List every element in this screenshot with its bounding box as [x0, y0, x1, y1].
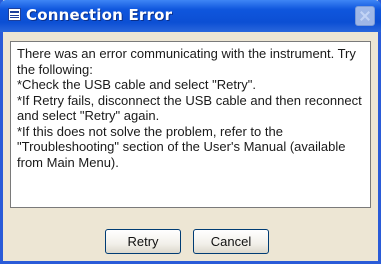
message-line: and select "Retry" again. — [17, 108, 160, 123]
title-bar[interactable]: Connection Error — [0, 0, 381, 32]
cancel-button[interactable]: Cancel — [193, 229, 269, 254]
message-line: *Check the USB cable and select "Retry". — [17, 77, 257, 92]
message-line: the following: — [17, 61, 93, 77]
connection-error-dialog: Connection Error There was an error comm… — [0, 0, 381, 264]
close-icon[interactable] — [355, 6, 375, 26]
window-icon — [8, 8, 21, 21]
message-line: *If Retry fails, disconnect the USB cabl… — [17, 92, 362, 108]
message-line: "Troubleshooting" section of the User's … — [17, 139, 346, 154]
message-text-area: There was an error communicating with th… — [10, 41, 371, 208]
message-line: from Main Menu). — [17, 154, 119, 170]
message-line: *If this does not solve the problem, ref… — [17, 123, 283, 139]
message-line: There was an error communicating with th… — [17, 46, 356, 61]
retry-button[interactable]: Retry — [105, 229, 181, 254]
dialog-title: Connection Error — [26, 6, 173, 24]
